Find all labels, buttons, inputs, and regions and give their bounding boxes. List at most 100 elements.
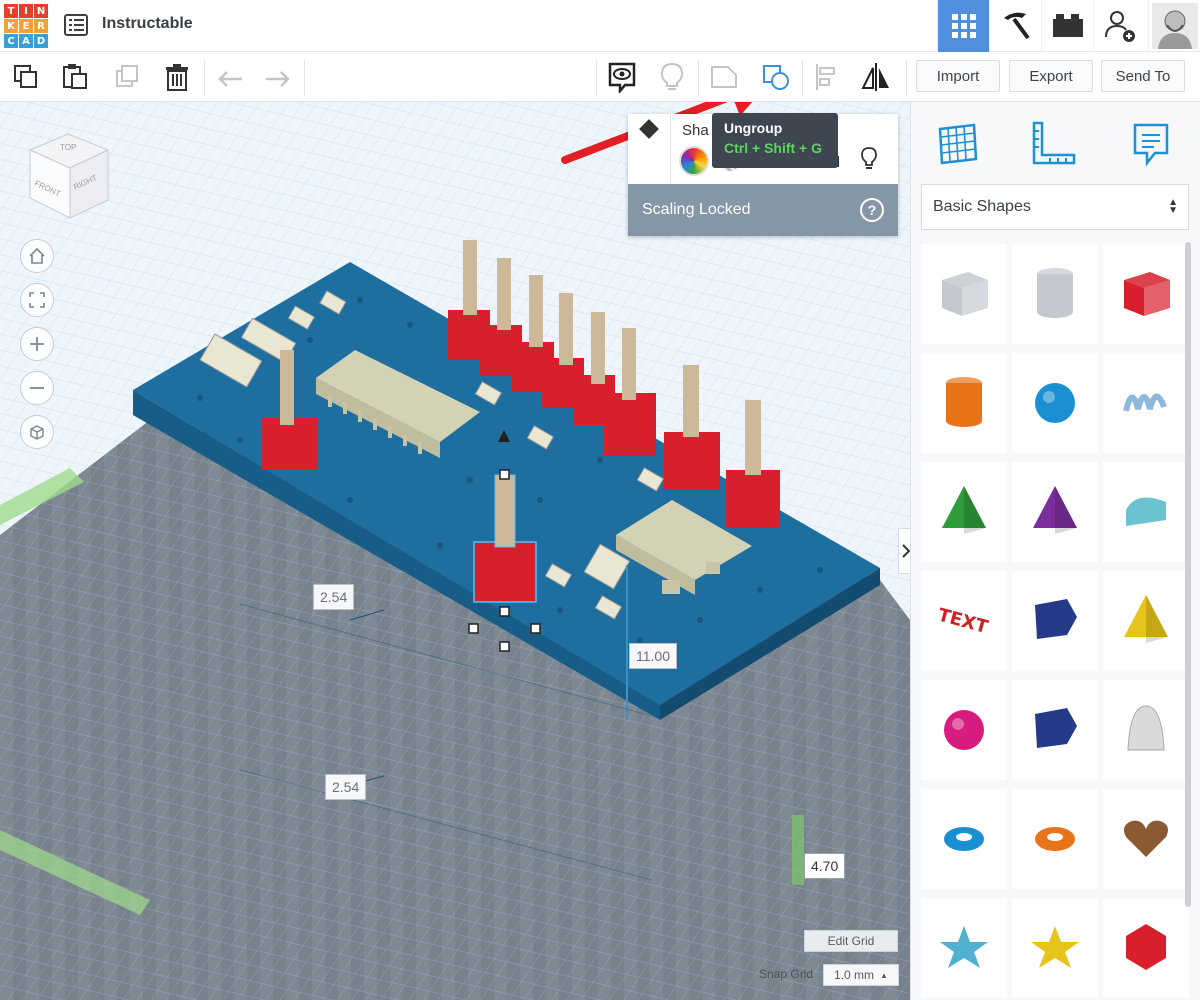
delete-button[interactable]	[160, 60, 194, 94]
shape-tube[interactable]	[1012, 789, 1098, 889]
shape-box[interactable]	[1103, 244, 1189, 344]
logo-letter: I	[19, 4, 33, 18]
visibility-bulb-icon[interactable]	[860, 146, 878, 170]
shape-half-sphere[interactable]	[921, 680, 1007, 780]
design-title[interactable]: Instructable	[102, 15, 193, 33]
shape-round-roof[interactable]	[1103, 462, 1189, 562]
shape-paraboloid[interactable]	[1103, 680, 1189, 780]
cylinder-icon	[934, 371, 994, 436]
tube-icon	[1025, 807, 1085, 872]
group-icon	[711, 66, 737, 88]
import-button[interactable]: Import	[916, 60, 1000, 92]
design-menu-icon[interactable]	[64, 14, 88, 36]
3d-design-view-button[interactable]	[937, 0, 989, 52]
undo-button[interactable]	[213, 60, 247, 94]
shape-category-select[interactable]: Basic Shapes ▲ ▼	[921, 184, 1189, 230]
panel-scrollbar[interactable]	[1185, 242, 1191, 907]
add-user-icon	[1104, 11, 1135, 42]
ungroup-icon	[763, 65, 789, 90]
roof-icon	[934, 480, 994, 545]
half-sphere-icon	[934, 698, 994, 763]
chevron-right-icon	[901, 544, 910, 558]
torus-icon	[934, 807, 994, 872]
shape-icosahedron[interactable]	[1103, 898, 1189, 998]
group-button[interactable]	[707, 60, 741, 94]
zoom-in-button[interactable]	[20, 327, 54, 361]
pickaxe-icon	[1003, 12, 1030, 40]
shape-cylinder-hole[interactable]	[1012, 244, 1098, 344]
copy-icon	[14, 65, 37, 88]
icosahedron-icon	[1116, 916, 1176, 981]
shape-roof[interactable]	[921, 462, 1007, 562]
shape-polygon[interactable]	[1012, 680, 1098, 780]
edit-grid-button[interactable]: Edit Grid	[804, 930, 898, 952]
solid-color-swatch[interactable]	[679, 146, 709, 176]
ortho-view-button[interactable]	[20, 415, 54, 449]
logo-letter: E	[19, 19, 33, 33]
wedge-icon	[1025, 589, 1085, 654]
shape-wedge[interactable]	[1012, 571, 1098, 671]
redo-button[interactable]	[261, 60, 295, 94]
avatar-icon	[1151, 3, 1198, 49]
shape-torus[interactable]	[921, 789, 1007, 889]
tinkercad-logo[interactable]: TIN KER CAD	[4, 4, 48, 48]
shape-pyramid[interactable]	[1103, 571, 1189, 671]
zoom-out-button[interactable]	[20, 371, 54, 405]
ungroup-tooltip: Ungroup Ctrl + Shift + G	[712, 113, 838, 168]
shape-heart[interactable]	[1103, 789, 1189, 889]
export-button[interactable]: Export	[1009, 60, 1093, 92]
align-button[interactable]	[810, 60, 844, 94]
codeblocks-button[interactable]	[989, 0, 1041, 52]
show-all-button[interactable]	[655, 60, 689, 94]
lego-bricks-button[interactable]	[1041, 0, 1093, 52]
ungroup-button[interactable]	[759, 60, 793, 94]
top-bar: TIN KER CAD Instructable	[0, 0, 1200, 52]
brick-icon	[1052, 14, 1083, 37]
paste-button[interactable]	[58, 60, 92, 94]
width-dimension-top[interactable]: 2.54	[313, 584, 355, 610]
invite-user-button[interactable]	[1093, 0, 1145, 52]
shape-star[interactable]	[921, 898, 1007, 998]
logo-letter: K	[4, 19, 18, 33]
workplane-scene[interactable]	[0, 102, 910, 1000]
shape-scribble[interactable]	[1103, 353, 1189, 453]
select-arrows-icon: ▲ ▼	[1168, 197, 1178, 216]
shape-text[interactable]: TEXT	[921, 571, 1007, 671]
notes-tab[interactable]	[1121, 114, 1181, 174]
delete-icon	[166, 64, 188, 91]
copy-button[interactable]	[9, 60, 43, 94]
shape-box-hole[interactable]	[921, 244, 1007, 344]
collapse-inspector-icon[interactable]	[639, 119, 659, 139]
user-avatar[interactable]	[1148, 0, 1200, 52]
height-dimension[interactable]: 11.00	[629, 643, 677, 669]
heart-icon	[1116, 807, 1176, 872]
elevation-dimension[interactable]: 4.70	[804, 853, 846, 879]
snap-grid-select[interactable]: 1.0 mm ▲	[823, 964, 899, 986]
fit-view-button[interactable]	[20, 283, 54, 317]
view-cube[interactable]: TOP FRONT RIGHT	[20, 130, 116, 226]
notes-button[interactable]	[605, 60, 639, 94]
width-dimension-bottom[interactable]: 2.54	[325, 774, 367, 800]
logo-letter: R	[34, 19, 48, 33]
svg-text:TEXT: TEXT	[936, 604, 991, 638]
shape-sphere[interactable]	[1012, 353, 1098, 453]
workplane-viewport[interactable]: TOP FRONT RIGHT 2.54 2.54 11.00 4.70 Edi…	[0, 102, 910, 1000]
workplane-tab[interactable]	[927, 114, 987, 174]
inspector-title: Sha	[682, 122, 709, 139]
duplicate-button[interactable]	[110, 60, 144, 94]
shape-cylinder[interactable]	[921, 353, 1007, 453]
snap-grid-value: 1.0 mm	[834, 968, 875, 982]
mirror-button[interactable]	[859, 60, 893, 94]
shape-star-gold[interactable]	[1012, 898, 1098, 998]
scaling-locked-bar: Scaling Locked ?	[628, 184, 898, 236]
ruler-icon	[1032, 121, 1076, 165]
scaling-locked-label: Scaling Locked	[642, 201, 751, 218]
shapes-panel: Basic Shapes ▲ ▼ TEXT	[910, 102, 1200, 1000]
scribble-icon	[1116, 371, 1176, 436]
ruler-tab[interactable]	[1023, 114, 1083, 174]
help-icon[interactable]: ?	[860, 198, 884, 222]
send-to-button[interactable]: Send To	[1101, 60, 1185, 92]
shape-cone[interactable]	[1012, 462, 1098, 562]
home-view-button[interactable]	[20, 239, 54, 273]
text-icon: TEXT	[934, 589, 994, 654]
